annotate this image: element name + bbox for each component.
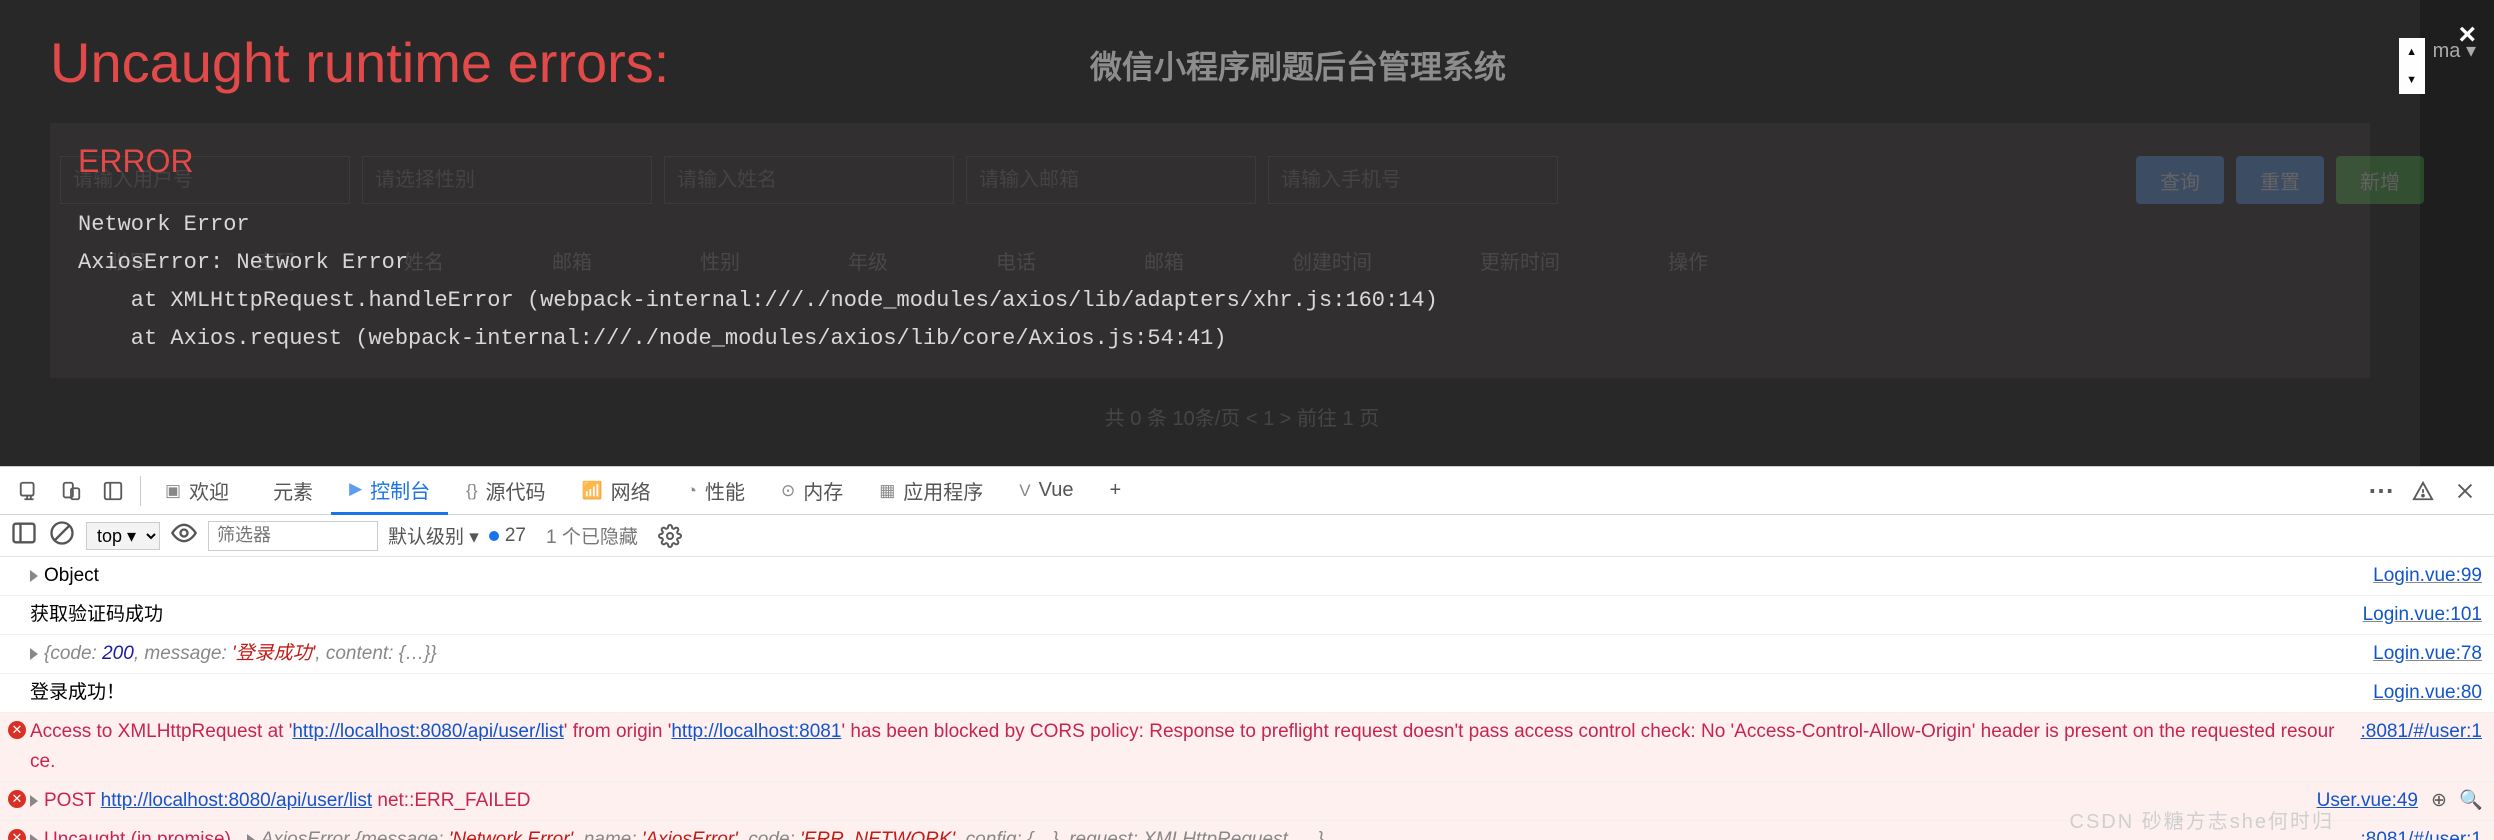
filter-input[interactable] [208, 521, 378, 551]
tab-元素[interactable]: 元素 [247, 467, 331, 515]
error-icon: ✕ [8, 829, 26, 840]
tab-Vue[interactable]: VVue [1001, 467, 1091, 515]
console-row[interactable]: ObjectLogin.vue:99 [0, 557, 2494, 596]
devtools-tabbar: ▣欢迎元素▶控制台{}源代码📶网络◔性能⊙内存▦应用程序VVue + ⋯ [0, 467, 2494, 515]
console-row[interactable]: 登录成功！Login.vue:80 [0, 674, 2494, 713]
hidden-count: 1 个已隐藏 [546, 522, 638, 549]
error-icon: ✕ [8, 790, 26, 808]
eye-icon[interactable] [170, 519, 198, 553]
error-icon: ✕ [8, 721, 26, 739]
console-sidebar-toggle-icon[interactable] [10, 519, 38, 553]
error-box: ERROR Network Error AxiosError: Network … [50, 123, 2370, 378]
watermark: CSDN 砂糖方志she何时归 [2070, 805, 2334, 834]
source-link[interactable]: Login.vue:101 [2343, 600, 2482, 630]
overlay-title: Uncaught runtime errors: [50, 30, 2370, 95]
search-icon[interactable]: 🔍 [2460, 790, 2482, 812]
tab-欢迎[interactable]: ▣欢迎 [147, 467, 247, 515]
device-toggle-icon[interactable] [50, 470, 92, 512]
add-tab-button[interactable]: + [1091, 467, 1139, 515]
tab-性能[interactable]: ◔性能 [669, 467, 763, 515]
close-icon[interactable]: × [2458, 18, 2476, 52]
source-link[interactable]: :8081/#/user:1 [2341, 717, 2482, 777]
inspect-icon[interactable] [8, 470, 50, 512]
error-heading: ERROR [78, 143, 2342, 180]
dock-icon[interactable] [92, 470, 134, 512]
gear-icon[interactable] [658, 524, 682, 548]
tab-源代码[interactable]: {}源代码 [448, 467, 563, 515]
context-select[interactable]: top ▾ [86, 522, 160, 550]
source-link[interactable]: Login.vue:78 [2353, 639, 2482, 669]
runtime-error-overlay: Uncaught runtime errors: ERROR Network E… [0, 0, 2420, 466]
devtools-panel: ▣欢迎元素▶控制台{}源代码📶网络◔性能⊙内存▦应用程序VVue + ⋯ top… [0, 466, 2494, 840]
console-body[interactable]: ObjectLogin.vue:99获取验证码成功Login.vue:101{c… [0, 557, 2494, 840]
more-icon[interactable]: ⋯ [2360, 470, 2402, 512]
source-link[interactable]: Login.vue:99 [2353, 561, 2482, 591]
copy-icon[interactable]: ⊕ [2428, 790, 2450, 812]
source-link[interactable]: Login.vue:80 [2353, 678, 2482, 708]
clear-console-icon[interactable] [48, 519, 76, 553]
error-stack: Network Error AxiosError: Network Error … [78, 206, 2342, 358]
warning-icon[interactable] [2402, 470, 2444, 512]
log-level-select[interactable]: 默认级别 ▾ [388, 522, 479, 549]
console-row[interactable]: ✕Access to XMLHttpRequest at 'http://loc… [0, 713, 2494, 782]
tab-应用程序[interactable]: ▦应用程序 [861, 467, 1001, 515]
console-row[interactable]: 获取验证码成功Login.vue:101 [0, 596, 2494, 635]
devtools-close-icon[interactable] [2444, 470, 2486, 512]
console-row[interactable]: {code: 200, message: '登录成功', content: {…… [0, 635, 2494, 674]
issues-count[interactable]: 27 [489, 525, 526, 547]
tab-内存[interactable]: ⊙内存 [763, 467, 861, 515]
tab-网络[interactable]: 📶网络 [564, 467, 669, 515]
source-link[interactable]: :8081/#/user:1 [2341, 825, 2482, 840]
tab-控制台[interactable]: ▶控制台 [331, 467, 448, 515]
console-toolbar: top ▾ 默认级别 ▾ 27 1 个已隐藏 [0, 515, 2494, 557]
